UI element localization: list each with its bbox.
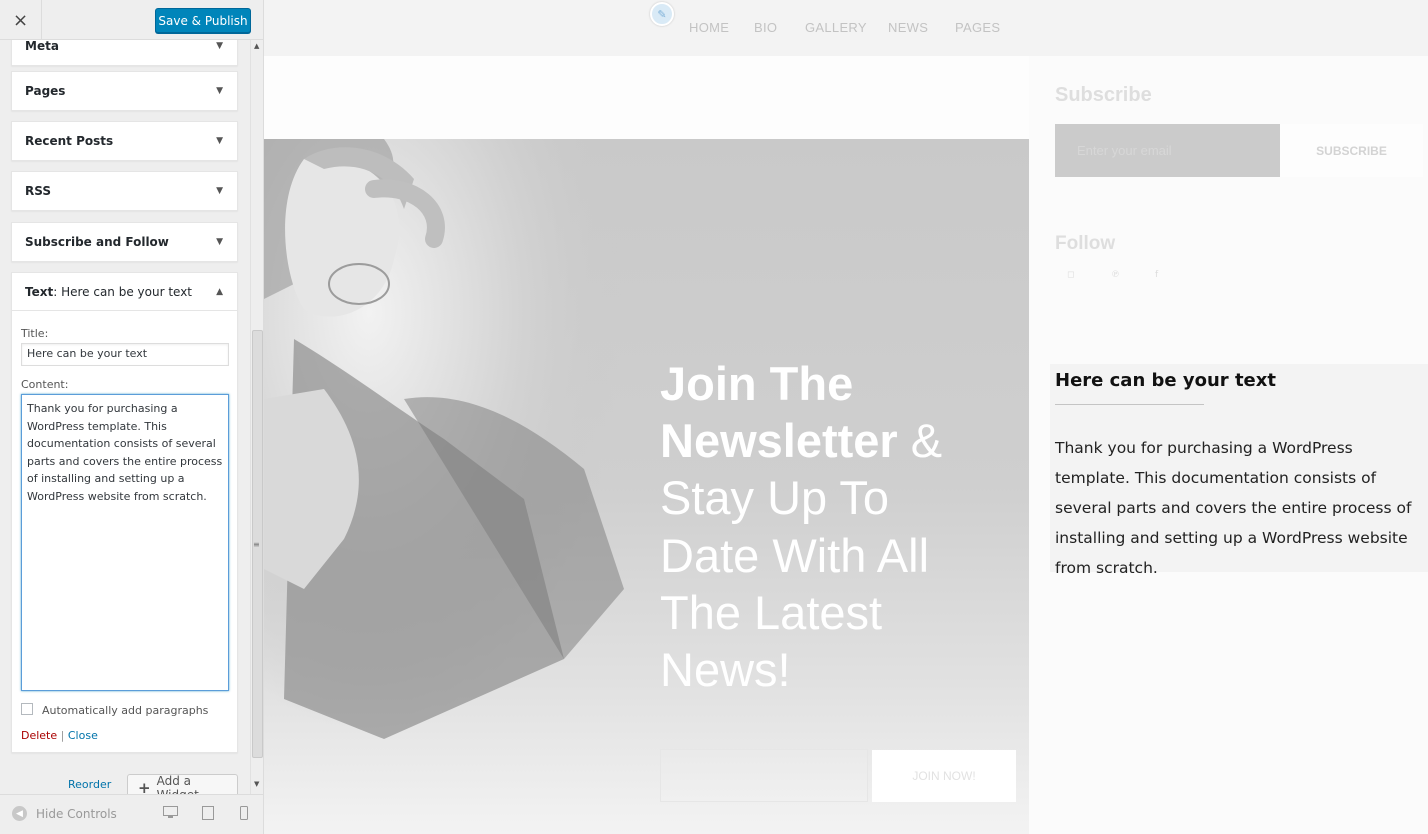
widget-subscribe-follow[interactable]: Subscribe and Follow ▼: [11, 222, 238, 262]
expand-arrow-icon[interactable]: ▼: [216, 86, 223, 96]
edit-shortcut-button[interactable]: ✎: [650, 2, 674, 26]
pinterest-icon[interactable]: ℗: [1111, 270, 1120, 280]
title-label: Title:: [21, 327, 49, 340]
customizer-sidebar: × Save & Publish Meta ▼ Pages ▼ Recent Pos…: [0, 0, 264, 834]
hero-heading-line-5: The Latest: [660, 586, 883, 639]
reorder-link[interactable]: Reorder: [68, 778, 111, 791]
site-sidebar: Subscribe Enter your email SUBSCRIBE Fol…: [1029, 56, 1428, 834]
text-widget-title: Here can be your text: [1055, 370, 1276, 391]
subscribe-title: Subscribe: [1055, 84, 1152, 106]
scroll-grip-icon: ≡: [253, 540, 260, 549]
hero-heading-line-6: News!: [660, 643, 791, 696]
expand-arrow-icon[interactable]: ▼: [216, 41, 223, 51]
instagram-icon[interactable]: ◻: [1067, 270, 1074, 280]
hero-portrait-image: [264, 139, 684, 834]
hero-heading-line-4: Date With All: [660, 529, 930, 582]
subscribe-email-input[interactable]: Enter your email: [1055, 124, 1280, 177]
sidebar-scrollbar[interactable]: ▲ ≡ ▼: [250, 40, 263, 794]
pencil-icon: ✎: [657, 7, 667, 21]
nav-bio[interactable]: BIO: [754, 20, 777, 35]
widget-text-header[interactable]: Text: Here can be your text ▲: [12, 273, 237, 311]
hero-heading-line-1: Join The: [660, 357, 854, 410]
nav-pages[interactable]: PAGES: [955, 20, 1000, 35]
widget-title: Subscribe and Follow: [25, 235, 169, 249]
widget-title: Meta: [25, 39, 59, 53]
facebook-icon[interactable]: f: [1155, 270, 1158, 280]
widget-rss[interactable]: RSS ▼: [11, 171, 238, 211]
hero-heading-line-3: Stay Up To: [660, 471, 890, 524]
tablet-icon[interactable]: [202, 806, 214, 824]
arrow-left-icon: ◀: [12, 806, 27, 821]
close-icon: ×: [12, 9, 29, 31]
hide-controls-label: Hide Controls: [36, 806, 117, 821]
title-divider: [1055, 404, 1204, 405]
widget-pages[interactable]: Pages ▼: [11, 71, 238, 111]
join-now-button[interactable]: JOIN NOW!: [872, 750, 1016, 802]
site-preview: ✎ HOME BIO GALLERY NEWS PAGES Join The N…: [264, 0, 1428, 834]
mobile-icon[interactable]: [240, 806, 248, 824]
widget-actions: Delete | Close: [21, 729, 228, 752]
text-widget-preview: Here can be your text Thank you for purc…: [1050, 364, 1428, 577]
separator: |: [60, 729, 65, 742]
close-customizer-button[interactable]: ×: [0, 0, 42, 40]
auto-paragraphs-label: Automatically add paragraphs: [42, 704, 209, 717]
newsletter-email-input[interactable]: [660, 749, 868, 802]
subscribe-button[interactable]: SUBSCRIBE: [1280, 124, 1423, 177]
widget-title: Recent Posts: [25, 134, 114, 148]
customizer-header: × Save & Publish: [0, 0, 263, 40]
widget-text: Text: Here can be your text ▲ Title: Her…: [11, 272, 238, 753]
save-publish-button[interactable]: Save & Publish: [155, 8, 251, 33]
widget-recent-posts[interactable]: Recent Posts ▼: [11, 121, 238, 161]
widget-text-body: Title: Here can be your text Content: Th…: [12, 311, 237, 752]
expand-arrow-icon[interactable]: ▼: [216, 136, 223, 146]
hero-heading-line-2: Newsletter &: [660, 414, 943, 467]
auto-paragraphs-checkbox[interactable]: [21, 702, 33, 715]
auto-paragraphs-row: Automatically add paragraphs: [21, 702, 228, 717]
widget-title: Text: Here can be your text: [25, 284, 193, 299]
content-label: Content:: [21, 378, 69, 391]
widget-title: RSS: [25, 184, 51, 198]
newsletter-hero: Join The Newsletter & Stay Up To Date Wi…: [264, 139, 1029, 834]
nav-news[interactable]: NEWS: [888, 20, 928, 35]
site-navigation: ✎ HOME BIO GALLERY NEWS PAGES: [264, 0, 1428, 56]
text-widget-body: Thank you for purchasing a WordPress tem…: [1055, 439, 1412, 577]
customizer-footer: ◀ Hide Controls: [0, 794, 263, 834]
scroll-down-arrow-icon[interactable]: ▼: [254, 780, 259, 788]
delete-link[interactable]: Delete: [21, 729, 57, 742]
desktop-icon[interactable]: [163, 806, 178, 823]
close-link[interactable]: Close: [68, 729, 98, 742]
scroll-up-arrow-icon[interactable]: ▲: [254, 42, 259, 50]
title-input[interactable]: Here can be your text: [21, 343, 229, 366]
expand-arrow-icon[interactable]: ▼: [216, 186, 223, 196]
widget-title: Pages: [25, 84, 66, 98]
expand-arrow-icon[interactable]: ▼: [216, 237, 223, 247]
content-textarea[interactable]: Thank you for purchasing a WordPress tem…: [21, 394, 229, 691]
follow-title: Follow: [1055, 233, 1116, 254]
nav-gallery[interactable]: GALLERY: [805, 20, 867, 35]
nav-home[interactable]: HOME: [689, 20, 729, 35]
hide-controls-button[interactable]: ◀ Hide Controls: [12, 806, 117, 821]
collapse-arrow-icon[interactable]: ▲: [216, 287, 223, 297]
